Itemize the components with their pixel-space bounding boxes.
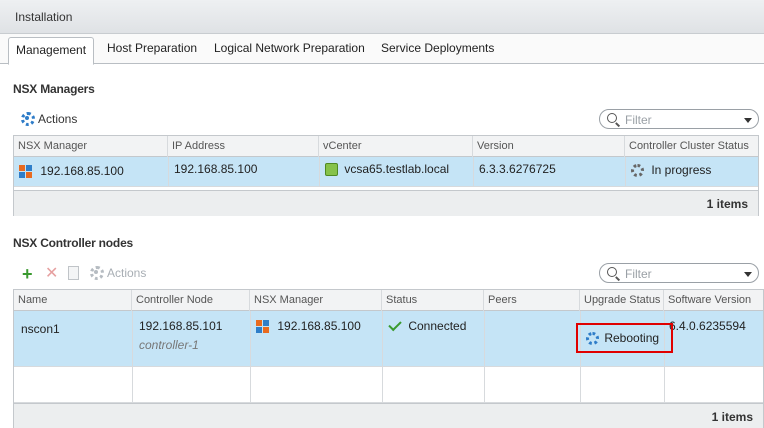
nsx-manager-icon [256,319,270,334]
search-icon [607,113,617,123]
grid-header: NSX Manager IP Address vCenter Version C… [14,136,758,157]
grid-header: Name Controller Node NSX Manager Status … [14,290,763,311]
add-icon[interactable]: + [22,265,33,283]
tab-logical-network-preparation[interactable]: Logical Network Preparation [214,41,365,55]
controllers-filter-input[interactable]: Filter [599,263,759,283]
cluster-status-cell: In progress [631,163,712,178]
window-titlebar: Installation [0,0,764,34]
chevron-down-icon[interactable] [744,118,752,123]
controller-status-cell: Connected [388,318,467,333]
chevron-down-icon[interactable] [744,272,752,277]
version-value: 6.3.3.6276725 [479,162,556,176]
gear-icon [21,112,35,126]
checkmark-icon [388,318,402,332]
controller-nsx-manager-value: 192.168.85.100 [277,319,361,333]
nsx-controllers-grid: Name Controller Node NSX Manager Status … [13,289,764,428]
controllers-grid-footer: 1 items [14,403,763,428]
col-nsx-manager[interactable]: NSX Manager [250,290,382,311]
tab-bar: Management Host Preparation Logical Netw… [0,34,764,65]
controllers-item-count: 1 items [711,410,753,424]
nsx-managers-heading: NSX Managers [13,82,95,96]
managers-actions-button[interactable]: Actions [21,112,77,126]
tab-host-preparation[interactable]: Host Preparation [107,41,197,55]
ip-address-value: 192.168.85.100 [174,162,258,176]
col-name[interactable]: Name [14,290,132,311]
nsx-managers-grid: NSX Manager IP Address vCenter Version C… [13,135,759,216]
window-title: Installation [15,10,73,24]
software-version-value: 6.4.0.6235594 [669,319,746,333]
col-version[interactable]: Version [473,136,625,157]
table-row[interactable]: 192.168.85.100 192.168.85.100 vcsa65.tes… [14,157,758,187]
col-upgrade-status[interactable]: Upgrade Status [580,290,664,311]
spinner-icon [631,164,644,178]
nsx-manager-cell: 192.168.85.100 [19,164,124,179]
tab-management[interactable]: Management [8,37,95,65]
vcenter-value[interactable]: vcsa65.testlab.local [344,162,449,176]
col-software-version[interactable]: Software Version [664,290,764,311]
controller-status-value: Connected [408,319,467,333]
controllers-filter-placeholder: Filter [625,267,652,281]
managers-actions-label: Actions [38,112,78,126]
gear-icon [90,266,104,280]
col-vcenter[interactable]: vCenter [319,136,473,157]
rebooting-highlight-box [576,323,673,353]
controller-name-value: nscon1 [21,322,60,336]
col-nsx-manager[interactable]: NSX Manager [14,136,168,157]
col-ip-address[interactable]: IP Address [168,136,319,157]
managers-item-count: 1 items [706,197,748,211]
col-controller-cluster-status[interactable]: Controller Cluster Status [625,136,760,157]
controller-nsx-manager-cell: 192.168.85.100 [256,319,361,334]
empty-row [14,367,763,403]
managers-filter-input[interactable]: Filter [599,109,759,129]
controller-node-ip: 192.168.85.101 [139,319,223,333]
nsx-manager-value: 192.168.85.100 [40,164,124,178]
controllers-actions-button[interactable]: Actions [90,266,146,280]
clipboard-icon[interactable] [68,266,79,280]
search-icon [607,267,617,277]
controller-node-name: controller-1 [139,338,199,352]
managers-filter-placeholder: Filter [625,113,652,127]
delete-icon[interactable]: ✕ [45,266,58,282]
nsx-controller-nodes-heading: NSX Controller nodes [13,236,134,250]
col-controller-node[interactable]: Controller Node [132,290,250,311]
controllers-actions-label: Actions [107,266,147,280]
nsx-manager-icon [19,164,33,179]
cluster-status-value: In progress [651,163,712,177]
vcenter-cell: vcsa65.testlab.local [325,162,449,177]
tab-service-deployments[interactable]: Service Deployments [381,41,494,55]
vcenter-icon [325,163,338,177]
col-peers[interactable]: Peers [484,290,580,311]
managers-grid-footer: 1 items [14,190,758,216]
col-status[interactable]: Status [382,290,484,311]
